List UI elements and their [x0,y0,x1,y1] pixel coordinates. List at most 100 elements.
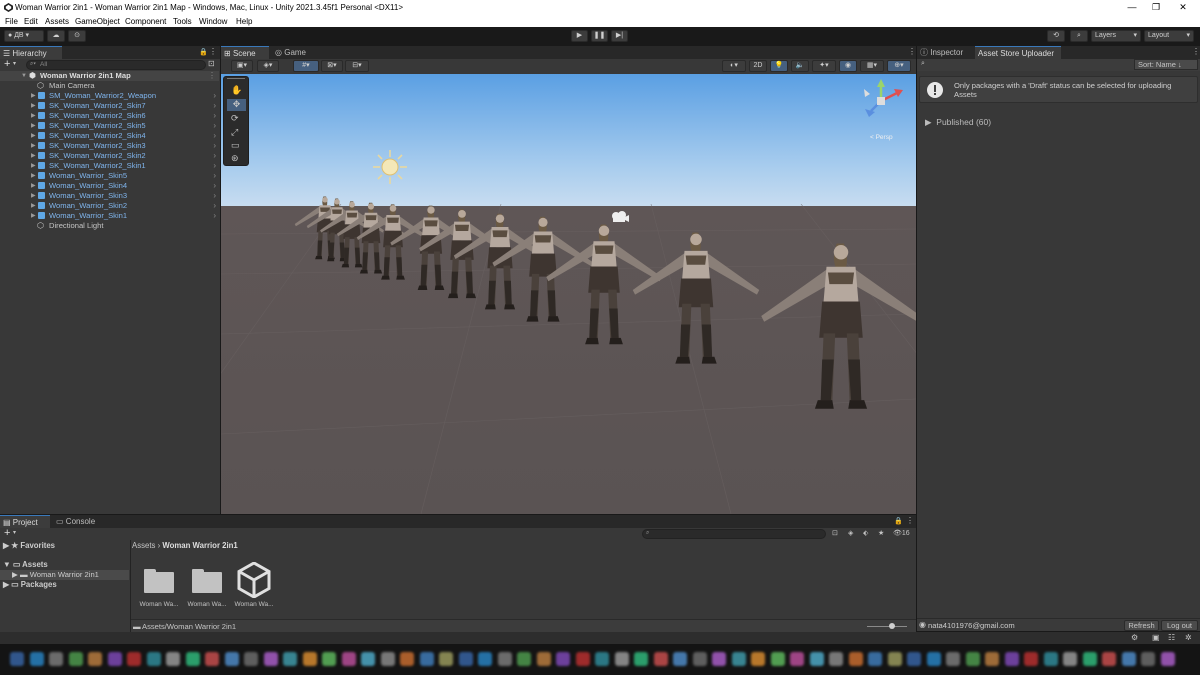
expand-arrow-icon[interactable]: ▶ [31,91,36,101]
visibility-toggle[interactable]: ◉ [839,60,857,72]
asset-item-label[interactable]: Woman Wa... [138,601,180,608]
align-dropdown[interactable]: ⊟▾ [345,60,369,72]
taskbar-app-icon[interactable] [673,652,687,666]
lock-icon[interactable]: 🔒 [894,517,903,525]
taskbar-app-icon[interactable] [634,652,648,666]
hidden-packages-badge[interactable]: 👁16 [893,529,910,537]
warrior-figure[interactable] [632,232,760,364]
taskbar-app-icon[interactable] [868,652,882,666]
hierarchy-search-field[interactable]: ⌕▾ All [26,60,206,70]
tab-inspector[interactable]: ⓘ Inspector [917,46,973,59]
more-options-icon[interactable]: ⋮ [906,516,914,525]
taskbar-app-icon[interactable] [692,652,707,666]
folder-icon[interactable] [192,569,222,593]
chevron-right-icon[interactable]: › [213,161,216,171]
minimize-button[interactable]: — [1125,1,1139,13]
taskbar-app-icon[interactable] [185,652,200,666]
refresh-button[interactable]: Refresh [1124,620,1159,631]
taskbar-app-icon[interactable] [439,652,453,666]
taskbar-app-icon[interactable] [770,652,785,666]
play-button[interactable]: ▶ [571,30,588,42]
audio-toggle[interactable]: 🔈 [791,60,809,72]
filter-icon[interactable]: ⊡ [208,59,215,68]
expand-arrow-icon[interactable]: ▼ [21,71,27,81]
taskbar-app-icon[interactable] [1102,652,1116,666]
tab-console[interactable]: ▭ Console [53,515,101,528]
asset-item-label[interactable]: Woman Wa... [186,601,228,608]
taskbar-app-icon[interactable] [985,652,999,666]
hierarchy-item[interactable]: ▶ › SK_Woman_Warrior2_Skin6 [0,111,219,121]
chevron-right-icon[interactable]: › [213,201,216,211]
close-button[interactable]: ✕ [1176,1,1190,13]
menu-window[interactable]: Window [199,17,227,26]
create-plus-icon[interactable]: + [4,527,10,539]
taskbar-app-icon[interactable] [361,652,375,666]
taskbar-app-icon[interactable] [595,652,609,666]
search-button[interactable]: ⌕ [1070,30,1088,42]
taskbar-app-icon[interactable] [88,652,102,666]
menu-file[interactable]: File [5,17,18,26]
scene-root-row[interactable]: ▼ ⬢ Woman Warrior 2in1 Map ⋮ [0,71,219,81]
warrior-models[interactable] [221,74,916,514]
chevron-right-icon[interactable]: › [213,111,216,121]
scene-viewport[interactable]: ✋ ✥ ⟳ ⤢ ▭ ⊛ < Persp [221,74,916,514]
tab-game[interactable]: ◎ Game [272,46,312,59]
chevron-right-icon[interactable]: › [213,141,216,151]
hierarchy-item[interactable]: ▶ › SM_Woman_Warrior2_Weapon [0,91,219,101]
taskbar-app-icon[interactable] [205,652,219,666]
render-mode-dropdown[interactable]: ◐▾ [722,60,746,72]
chevron-right-icon[interactable]: › [213,191,216,201]
chevron-right-icon[interactable]: › [213,181,216,191]
debug-icon[interactable]: ✲ [1185,633,1192,642]
taskbar-app-icon[interactable] [68,652,83,666]
taskbar-app-icon[interactable] [1160,652,1175,666]
taskbar-app-icon[interactable] [380,652,395,666]
breadcrumb-root[interactable]: Assets [132,541,155,550]
search-by-type-icon[interactable]: ⊡ [832,529,838,537]
taskbar-app-icon[interactable] [751,652,765,666]
lighting-toggle[interactable]: 💡 [770,60,788,72]
taskbar-app-icon[interactable] [946,652,960,666]
assets-item[interactable]: ▼ ▭ Assets [3,560,48,569]
warrior-figure[interactable] [761,243,916,409]
taskbar-app-icon[interactable] [322,652,336,666]
chevron-right-icon[interactable]: › [213,171,216,181]
expand-arrow-icon[interactable]: ▶ [31,191,36,201]
pivot-dropdown[interactable]: ◈▾ [257,60,279,72]
taskbar-app-icon[interactable] [712,652,726,666]
favorites-item[interactable]: ▶ ★ Favorites [3,541,55,550]
assets-child-item[interactable]: ▶ ▬ Woman Warrior 2in1 [0,570,129,580]
expand-arrow-icon[interactable]: ▶ [31,211,36,221]
more-options-icon[interactable]: ⋮ [209,47,217,56]
taskbar-app-icon[interactable] [731,652,746,666]
hierarchy-item[interactable]: ▶ › SK_Woman_Warrior2_Skin4 [0,131,219,141]
taskbar-app-icon[interactable] [887,652,902,666]
taskbar-app-icon[interactable] [49,652,63,666]
search-icon[interactable]: ⌕ [921,60,925,68]
taskbar-app-icon[interactable] [263,652,278,666]
hierarchy-item[interactable]: ▶ › Woman_Warrior_Skin5 [0,171,219,181]
taskbar-app-icon[interactable] [458,652,473,666]
history-button[interactable]: ⟲ [1047,30,1065,42]
bug-icon[interactable]: ⚙ [1131,633,1138,642]
slider-handle[interactable] [889,623,895,629]
expand-arrow-icon[interactable]: ▶ [31,181,36,191]
more-options-icon[interactable]: ⋮ [908,47,916,56]
taskbar-app-icon[interactable] [517,652,531,666]
search-by-label-icon[interactable]: ◈ [848,529,853,537]
taskbar-app-icon[interactable] [965,652,980,666]
taskbar-app-icon[interactable] [848,652,863,666]
tab-scene[interactable]: ⊞ Scene [221,46,269,59]
taskbar-app-icon[interactable] [575,652,590,666]
taskbar-app-icon[interactable] [809,652,824,666]
lock-icon[interactable]: 🔒 [199,48,208,56]
menu-assets[interactable]: Assets [45,17,69,26]
taskbar-app-icon[interactable] [283,652,297,666]
taskbar-app-icon[interactable] [1141,652,1155,666]
pause-button[interactable]: ❚❚ [591,30,608,42]
hierarchy-item[interactable]: ⬡ Main Camera [0,81,219,91]
expand-arrow-icon[interactable]: ▶ [31,131,36,141]
hierarchy-item[interactable]: ▶ › SK_Woman_Warrior2_Skin5 [0,121,219,131]
taskbar-app-icon[interactable] [400,652,414,666]
taskbar-app-icon[interactable] [146,652,161,666]
